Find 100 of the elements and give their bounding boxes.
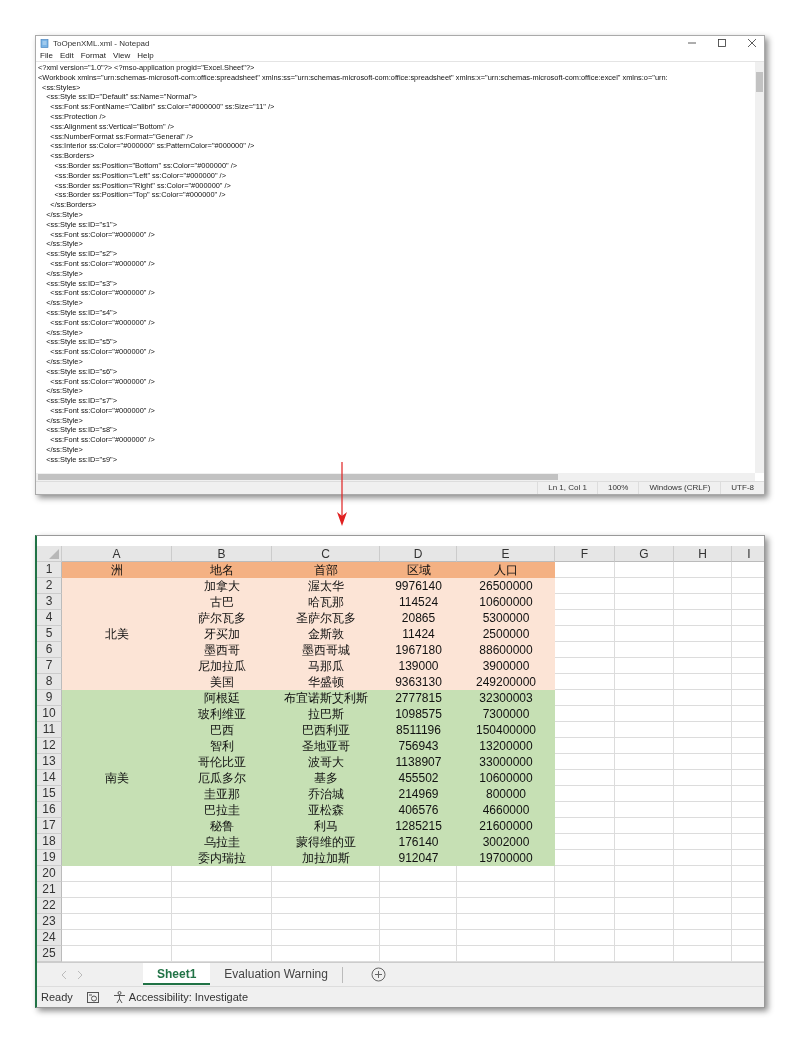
- empty-cell[interactable]: [615, 722, 674, 738]
- row-header[interactable]: 21: [37, 882, 62, 898]
- row-header[interactable]: 25: [37, 946, 62, 962]
- row-header[interactable]: 9: [37, 690, 62, 706]
- row-header[interactable]: 4: [37, 610, 62, 626]
- empty-cell[interactable]: [615, 882, 674, 898]
- menu-item[interactable]: File: [40, 51, 53, 60]
- empty-cell[interactable]: [674, 786, 732, 802]
- empty-cell[interactable]: [615, 626, 674, 642]
- empty-cell[interactable]: [380, 882, 457, 898]
- empty-cell[interactable]: [674, 738, 732, 754]
- row-header[interactable]: 20: [37, 866, 62, 882]
- horizontal-scrollbar[interactable]: [36, 473, 755, 481]
- empty-cell[interactable]: [674, 674, 732, 690]
- empty-cell[interactable]: [172, 930, 272, 946]
- menu-item[interactable]: Edit: [59, 51, 74, 60]
- empty-cell[interactable]: [615, 578, 674, 594]
- row-header[interactable]: 1: [37, 562, 62, 578]
- column-header[interactable]: F: [555, 546, 615, 562]
- empty-cell[interactable]: [615, 674, 674, 690]
- previous-sheet-icon[interactable]: [61, 971, 67, 979]
- empty-cell[interactable]: [674, 770, 732, 786]
- empty-cell[interactable]: [380, 866, 457, 882]
- empty-cell[interactable]: [380, 914, 457, 930]
- row-header[interactable]: 6: [37, 642, 62, 658]
- empty-cell[interactable]: [457, 914, 555, 930]
- menu-item[interactable]: Format: [80, 51, 107, 60]
- empty-cell[interactable]: [615, 754, 674, 770]
- empty-cell[interactable]: [457, 882, 555, 898]
- empty-cell[interactable]: [272, 930, 380, 946]
- sheet-tab[interactable]: Evaluation Warning: [210, 963, 342, 985]
- empty-cell[interactable]: [172, 866, 272, 882]
- menu-item[interactable]: Help: [137, 51, 154, 60]
- empty-cell[interactable]: [615, 866, 674, 882]
- empty-cell[interactable]: [615, 850, 674, 866]
- empty-cell[interactable]: [172, 882, 272, 898]
- empty-cell[interactable]: [615, 898, 674, 914]
- menu-item[interactable]: View: [113, 51, 131, 60]
- row-header[interactable]: 7: [37, 658, 62, 674]
- row-header[interactable]: 11: [37, 722, 62, 738]
- empty-cell[interactable]: [615, 930, 674, 946]
- select-all-corner[interactable]: [37, 546, 62, 562]
- empty-cell[interactable]: [615, 610, 674, 626]
- column-header[interactable]: D: [380, 546, 457, 562]
- column-header[interactable]: E: [457, 546, 555, 562]
- empty-cell[interactable]: [674, 658, 732, 674]
- row-header[interactable]: 23: [37, 914, 62, 930]
- empty-cell[interactable]: [674, 626, 732, 642]
- empty-cell[interactable]: [674, 882, 732, 898]
- empty-cell[interactable]: [555, 930, 615, 946]
- row-header[interactable]: 16: [37, 802, 62, 818]
- empty-cell[interactable]: [615, 706, 674, 722]
- empty-cell[interactable]: [674, 914, 732, 930]
- column-header[interactable]: H: [674, 546, 732, 562]
- empty-cell[interactable]: [272, 882, 380, 898]
- empty-cell[interactable]: [457, 898, 555, 914]
- empty-cell[interactable]: [272, 866, 380, 882]
- column-header[interactable]: G: [615, 546, 674, 562]
- row-header[interactable]: 10: [37, 706, 62, 722]
- row-header[interactable]: 5: [37, 626, 62, 642]
- macro-recorder-icon[interactable]: [86, 991, 99, 1003]
- empty-cell[interactable]: [457, 930, 555, 946]
- empty-cell[interactable]: [615, 914, 674, 930]
- empty-cell[interactable]: [555, 882, 615, 898]
- empty-cell[interactable]: [172, 898, 272, 914]
- empty-cell[interactable]: [380, 930, 457, 946]
- minimize-icon[interactable]: [688, 39, 696, 47]
- empty-cell[interactable]: [674, 754, 732, 770]
- row-header[interactable]: 15: [37, 786, 62, 802]
- empty-cell[interactable]: [615, 594, 674, 610]
- empty-cell[interactable]: [615, 802, 674, 818]
- sheet-tab[interactable]: Sheet1: [143, 963, 211, 985]
- empty-cell[interactable]: [172, 914, 272, 930]
- row-header[interactable]: 24: [37, 930, 62, 946]
- empty-cell[interactable]: [555, 914, 615, 930]
- empty-cell[interactable]: [615, 786, 674, 802]
- row-header[interactable]: 19: [37, 850, 62, 866]
- row-header[interactable]: 18: [37, 834, 62, 850]
- empty-cell[interactable]: [674, 594, 732, 610]
- empty-cell[interactable]: [615, 658, 674, 674]
- empty-cell[interactable]: [674, 834, 732, 850]
- vertical-scrollbar[interactable]: [755, 62, 764, 473]
- empty-cell[interactable]: [674, 706, 732, 722]
- row-header[interactable]: 2: [37, 578, 62, 594]
- maximize-icon[interactable]: [718, 39, 726, 47]
- column-header[interactable]: I: [732, 546, 764, 562]
- empty-cell[interactable]: [674, 850, 732, 866]
- empty-cell[interactable]: [272, 914, 380, 930]
- accessibility-button[interactable]: Accessibility: Investigate: [112, 990, 248, 1004]
- empty-cell[interactable]: [555, 866, 615, 882]
- empty-cell[interactable]: [457, 866, 555, 882]
- column-header[interactable]: B: [172, 546, 272, 562]
- next-sheet-icon[interactable]: [77, 971, 83, 979]
- empty-cell[interactable]: [674, 898, 732, 914]
- add-sheet-icon[interactable]: [371, 967, 386, 982]
- row-header[interactable]: 13: [37, 754, 62, 770]
- column-header[interactable]: C: [272, 546, 380, 562]
- empty-cell[interactable]: [615, 690, 674, 706]
- empty-cell[interactable]: [380, 898, 457, 914]
- empty-cell[interactable]: [615, 834, 674, 850]
